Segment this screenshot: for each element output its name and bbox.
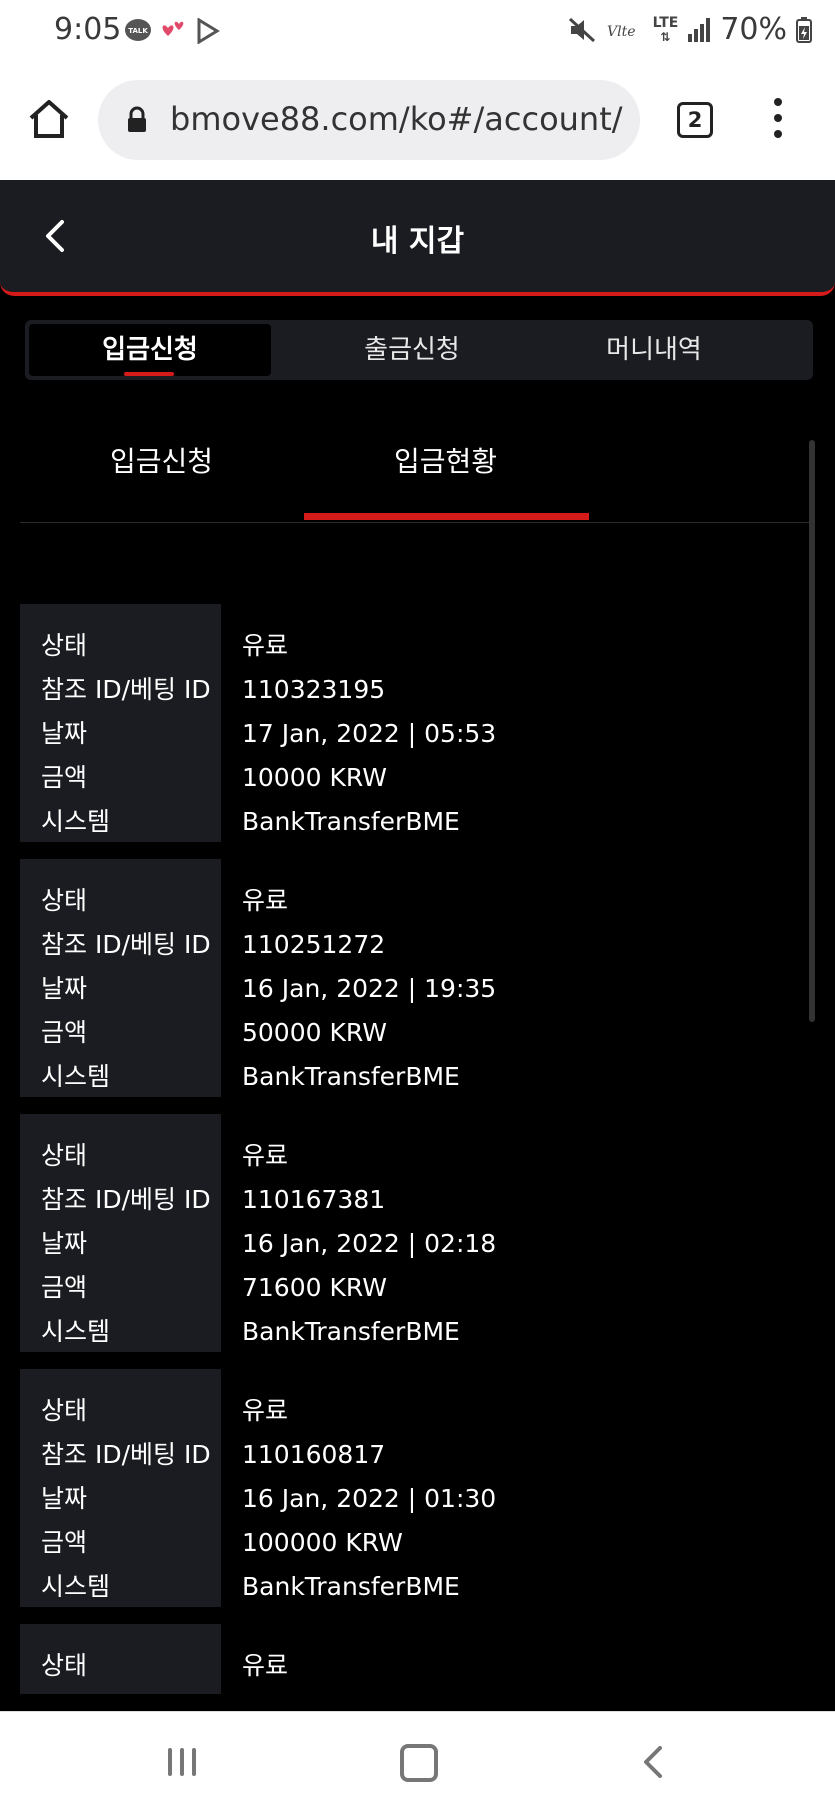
active-subtab-indicator (304, 513, 589, 520)
tab-label: 출금신청 (364, 335, 460, 365)
nav-home-icon[interactable] (400, 1744, 438, 1782)
deposit-record: 상태 유료 참조 ID/베팅 ID 110251272 날짜 16 Jan, 2022… (20, 859, 800, 1097)
lte-label: LTE (652, 14, 679, 31)
label-system: 시스템 (41, 807, 111, 836)
label-date: 날짜 (41, 719, 88, 748)
hearts-icon (162, 21, 184, 36)
value-date: 16 Jan, 2022 | 19:35 (242, 974, 497, 1003)
play-store-icon (197, 18, 220, 44)
label-ref-id: 참조 ID/베팅 ID (41, 930, 211, 959)
home-icon[interactable] (26, 96, 72, 142)
svg-text:Vlte: Vlte (607, 24, 636, 40)
page-title: 내 지갑 (370, 224, 465, 259)
label-ref-id: 참조 ID/베팅 ID (41, 1185, 211, 1214)
recent-apps-icon[interactable] (168, 1748, 198, 1776)
lock-icon (128, 106, 146, 132)
talk-label: TALK (128, 27, 148, 35)
main-tab-bar: 입금신청 출금신청 머니내역 (25, 320, 813, 380)
label-system: 시스템 (41, 1062, 111, 1091)
kakaotalk-icon: TALK (125, 19, 151, 41)
value-ref-id: 110167381 (242, 1185, 386, 1214)
system-nav-bar (0, 1711, 835, 1810)
value-ref-id: 110251272 (242, 930, 386, 959)
app-header: 내 지갑 (0, 180, 835, 296)
status-bar: 9:05 TALK Vlte LTE ⇅ 70% (0, 0, 835, 66)
value-amount: 10000 KRW (242, 763, 387, 792)
value-system: BankTransferBME (242, 1572, 460, 1601)
value-amount: 50000 KRW (242, 1018, 387, 1047)
label-ref-id: 참조 ID/베팅 ID (41, 675, 211, 704)
volte-icon: Vlte (607, 24, 636, 40)
subtab-divider (20, 522, 815, 523)
battery-percent: 70% (720, 12, 787, 47)
deposit-record: 상태 유료 참조 ID/베팅 ID 110160817 날짜 16 Jan, 2022… (20, 1369, 800, 1607)
tab-money-history[interactable]: 머니내역 (533, 324, 775, 376)
subtab-deposit-status[interactable]: 입금현황 (394, 440, 497, 480)
nav-back-icon[interactable] (640, 1744, 666, 1780)
deposit-record: 상태 유료 참조 ID/베팅 ID 110167381 날짜 16 Jan, 2022… (20, 1114, 800, 1352)
label-date: 날짜 (41, 1229, 88, 1258)
browser-toolbar: bmove88.com/ko#/account/ 2 (0, 66, 835, 180)
value-date: 16 Jan, 2022 | 02:18 (242, 1229, 497, 1258)
label-status: 상태 (41, 631, 88, 660)
label-status: 상태 (41, 1651, 88, 1680)
label-system: 시스템 (41, 1572, 111, 1601)
label-amount: 금액 (41, 1528, 88, 1557)
subtab-deposit-request[interactable]: 입금신청 (110, 440, 213, 480)
value-status: 유료 (242, 1396, 289, 1425)
status-time: 9:05 (54, 12, 122, 47)
label-amount: 금액 (41, 1018, 88, 1047)
label-amount: 금액 (41, 1273, 88, 1302)
value-date: 16 Jan, 2022 | 01:30 (242, 1484, 497, 1513)
value-amount: 71600 KRW (242, 1273, 387, 1302)
value-system: BankTransferBME (242, 1062, 460, 1091)
url-bar[interactable]: bmove88.com/ko#/account/ (98, 80, 640, 160)
scrollbar[interactable] (809, 440, 815, 1022)
signal-icon (688, 17, 711, 42)
deposit-record: 상태 유료 (20, 1624, 800, 1694)
value-date: 17 Jan, 2022 | 05:53 (242, 719, 497, 748)
value-system: BankTransferBME (242, 807, 460, 836)
value-system: BankTransferBME (242, 1317, 460, 1346)
label-status: 상태 (41, 886, 88, 915)
label-system: 시스템 (41, 1317, 111, 1346)
value-amount: 100000 KRW (242, 1528, 403, 1557)
overflow-menu-icon[interactable] (769, 98, 787, 146)
value-status: 유료 (242, 1651, 289, 1680)
tab-label: 머니내역 (606, 335, 702, 365)
value-ref-id: 110323195 (242, 675, 386, 704)
label-amount: 금액 (41, 763, 88, 792)
label-date: 날짜 (41, 1484, 88, 1513)
battery-charging-icon (796, 16, 812, 43)
value-status: 유료 (242, 1141, 289, 1170)
value-ref-id: 110160817 (242, 1440, 386, 1469)
value-status: 유료 (242, 886, 289, 915)
label-status: 상태 (41, 1141, 88, 1170)
lte-indicator: LTE ⇅ (652, 14, 679, 44)
tab-label: 입금신청 (102, 335, 198, 365)
tab-count-button[interactable]: 2 (677, 102, 713, 138)
mute-icon (568, 17, 595, 42)
tab-withdraw-request[interactable]: 출금신청 (291, 324, 533, 376)
label-ref-id: 참조 ID/베팅 ID (41, 1440, 211, 1469)
active-tab-indicator (124, 372, 174, 376)
label-status: 상태 (41, 1396, 88, 1425)
label-date: 날짜 (41, 974, 88, 1003)
url-text[interactable]: bmove88.com/ko#/account/ (170, 100, 630, 138)
value-status: 유료 (242, 631, 289, 660)
tab-deposit-request[interactable]: 입금신청 (29, 324, 271, 376)
deposit-record: 상태 유료 참조 ID/베팅 ID 110323195 날짜 17 Jan, 2022… (20, 604, 800, 842)
